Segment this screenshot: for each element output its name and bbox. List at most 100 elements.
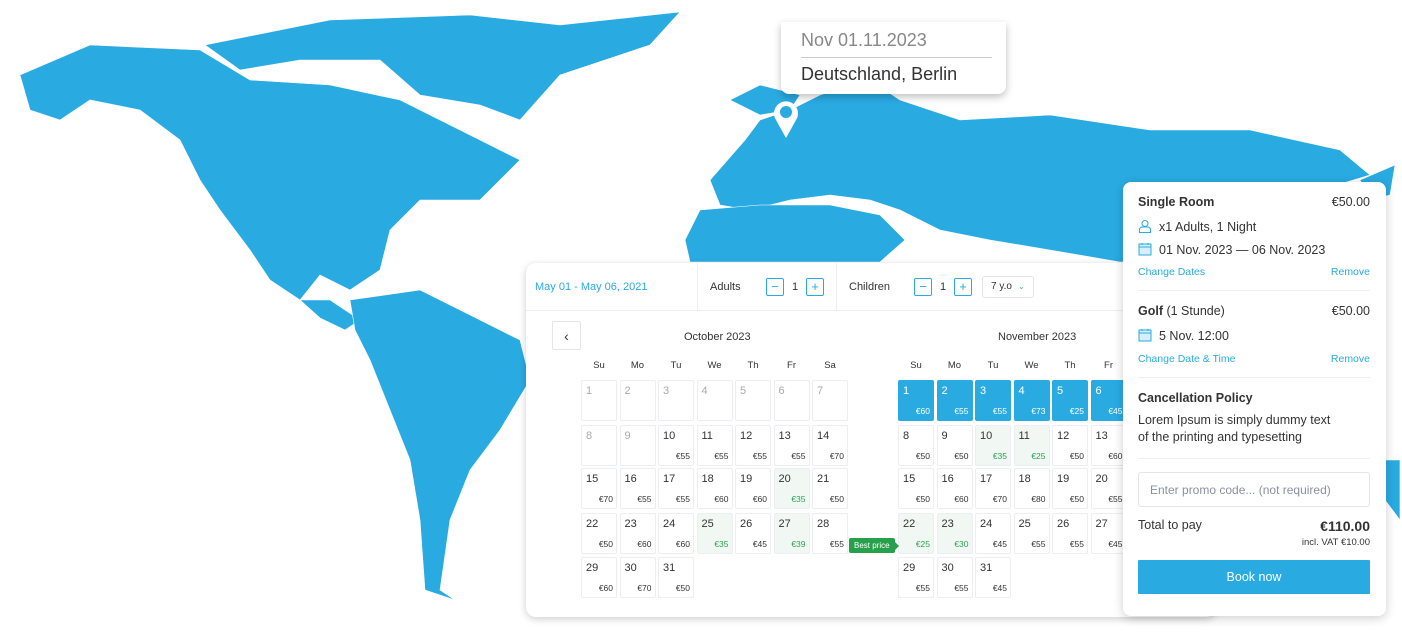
remove-room-link[interactable]: Remove: [1331, 266, 1370, 278]
day-price: €55: [675, 494, 690, 504]
item-dates: 5 Nov. 12:00: [1159, 329, 1229, 343]
day-number: 20: [1095, 473, 1108, 485]
promo-code-input[interactable]: Enter promo code... (not required): [1138, 472, 1370, 507]
day-cell[interactable]: 11 €55: [696, 425, 733, 466]
day-price: €50: [1069, 451, 1084, 461]
day-price: €60: [1108, 451, 1123, 461]
best-price-badge: Best price: [849, 538, 899, 553]
day-cell[interactable]: 28 €55: [812, 513, 848, 554]
day-cell[interactable]: 20 €55: [1090, 468, 1127, 509]
day-cell[interactable]: 24 €45: [975, 513, 1011, 554]
day-cell[interactable]: 23 €30: [936, 513, 973, 554]
calendar-icon: [1138, 329, 1152, 342]
map-pin-icon[interactable]: [772, 98, 800, 140]
day-cell[interactable]: 14 €70: [812, 425, 848, 466]
day-cell[interactable]: 19 €50: [1052, 468, 1088, 509]
day-cell[interactable]: 5 €25: [1052, 380, 1088, 421]
day-cell[interactable]: 19 €60: [735, 468, 771, 509]
day-price: €50: [915, 451, 930, 461]
day-cell[interactable]: 26 €55: [1052, 513, 1088, 554]
day-cell[interactable]: 4 €73: [1013, 380, 1050, 421]
day-price: €30: [954, 539, 969, 549]
day-number: 1: [586, 385, 593, 397]
day-cell[interactable]: 30 €70: [619, 557, 656, 598]
day-number: 27: [778, 518, 791, 530]
day-cell[interactable]: 12 €50: [1052, 425, 1088, 466]
day-price: €60: [598, 583, 613, 593]
day-cell[interactable]: 13 €55: [773, 425, 810, 466]
day-cell[interactable]: 8 €50: [898, 425, 934, 466]
day-cell[interactable]: 17 €70: [975, 468, 1011, 509]
day-cell[interactable]: 23 €60: [619, 513, 656, 554]
day-price: €55: [1069, 539, 1084, 549]
day-cell[interactable]: 12 €55: [735, 425, 771, 466]
date-range[interactable]: May 01 - May 06, 2021: [526, 263, 698, 311]
day-number: 28: [817, 518, 830, 530]
day-cell[interactable]: 15 €50: [898, 468, 934, 509]
change-date-time-link[interactable]: Change Date & Time: [1138, 353, 1235, 365]
day-price: €45: [992, 583, 1007, 593]
day-cell[interactable]: 10 €35: [975, 425, 1011, 466]
day-cell[interactable]: 3 €55: [975, 380, 1011, 421]
day-price: €35: [714, 539, 729, 549]
item-dates: 01 Nov. 2023 — 06 Nov. 2023: [1159, 243, 1326, 257]
prev-month-button[interactable]: ‹: [552, 321, 581, 350]
day-cell[interactable]: 10 €55: [658, 425, 694, 466]
day-cell[interactable]: 25 €35: [696, 513, 733, 554]
day-number: 11: [701, 430, 713, 442]
day-number: 15: [586, 473, 599, 485]
day-number: 5: [740, 385, 747, 397]
location-tooltip: Nov 01.11.2023 Deutschland, Berlin: [781, 22, 1006, 94]
day-cell[interactable]: 17 €55: [658, 468, 694, 509]
children-minus-button[interactable]: −: [914, 277, 932, 296]
day-cell[interactable]: 2 €55: [936, 380, 973, 421]
day-cell[interactable]: 27 €45: [1090, 513, 1127, 554]
weekday-label: Sa: [824, 360, 836, 371]
day-cell[interactable]: 26 €45: [735, 513, 771, 554]
day-number: 3: [663, 385, 670, 397]
day-cell[interactable]: 16 €55: [619, 468, 656, 509]
day-number: 8: [903, 430, 910, 442]
weekday-label: Tu: [987, 360, 999, 371]
day-price: €55: [1108, 494, 1123, 504]
day-cell[interactable]: 16 €60: [936, 468, 973, 509]
day-cell[interactable]: 30 €55: [936, 557, 973, 598]
day-number: 24: [663, 518, 676, 530]
chevron-down-icon: ⌄: [1017, 282, 1025, 291]
day-cell[interactable]: 22 €50: [581, 513, 617, 554]
day-cell[interactable]: 1 €60: [898, 380, 934, 421]
day-cell[interactable]: 27 €39: [773, 513, 810, 554]
children-plus-button[interactable]: +: [954, 277, 972, 296]
weekday-label: Fr: [787, 360, 796, 371]
day-price: €45: [1108, 406, 1123, 416]
day-cell[interactable]: 21 €50: [812, 468, 848, 509]
day-cell[interactable]: 29 €55: [898, 557, 934, 598]
day-cell[interactable]: 22 €25: [898, 513, 934, 554]
month-title: October 2023: [684, 331, 751, 343]
book-now-button[interactable]: Book now: [1138, 560, 1370, 594]
day-cell[interactable]: 13 €60: [1090, 425, 1127, 466]
change-dates-link[interactable]: Change Dates: [1138, 266, 1205, 278]
day-cell[interactable]: 18 €80: [1013, 468, 1050, 509]
day-cell[interactable]: 11 €25: [1013, 425, 1050, 466]
day-cell[interactable]: 15 €70: [581, 468, 617, 509]
day-cell[interactable]: 29 €60: [581, 557, 617, 598]
day-cell[interactable]: 9 €50: [936, 425, 973, 466]
adults-minus-button[interactable]: −: [766, 277, 784, 296]
remove-golf-link[interactable]: Remove: [1331, 353, 1370, 365]
day-cell[interactable]: 6 €45: [1090, 380, 1127, 421]
child-age-select[interactable]: 7 y.o ⌄: [982, 275, 1034, 298]
day-number: 17: [980, 473, 993, 485]
day-cell[interactable]: 31 €45: [975, 557, 1011, 598]
day-cell[interactable]: 24 €60: [658, 513, 694, 554]
day-cell[interactable]: 31 €50: [658, 557, 694, 598]
children-count: 1: [939, 280, 947, 293]
day-cell[interactable]: 18 €60: [696, 468, 733, 509]
day-price: €45: [1108, 539, 1123, 549]
day-price: €50: [1069, 494, 1084, 504]
adults-plus-button[interactable]: +: [806, 277, 824, 296]
weekday-label: We: [1024, 360, 1039, 371]
day-number: 13: [1095, 430, 1108, 442]
day-cell[interactable]: 20 €35: [773, 468, 810, 509]
day-cell[interactable]: 25 €55: [1013, 513, 1050, 554]
